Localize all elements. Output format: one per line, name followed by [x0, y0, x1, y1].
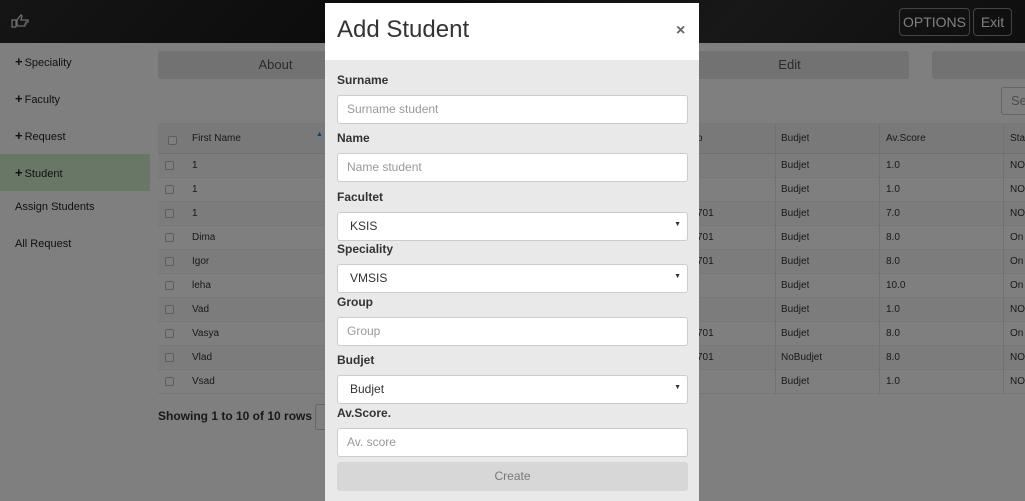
create-button[interactable]: Create [337, 462, 688, 491]
name-label: Name [337, 131, 370, 145]
close-icon[interactable]: × [676, 22, 685, 40]
surname-input[interactable]: Surname student [337, 95, 688, 124]
speciality-value: VMSIS [350, 271, 388, 285]
budjet-select[interactable]: Budjet ▼ [337, 375, 688, 404]
facultet-label: Facultet [337, 190, 384, 204]
chevron-down-icon: ▼ [674, 221, 681, 228]
name-input[interactable]: Name student [337, 153, 688, 182]
group-label: Group [337, 295, 373, 309]
facultet-select[interactable]: KSIS ▼ [337, 212, 688, 241]
budjet-label: Budjet [337, 353, 375, 367]
speciality-select[interactable]: VMSIS ▼ [337, 264, 688, 293]
facultet-value: KSIS [350, 219, 378, 233]
modal-title: Add Student [337, 16, 470, 43]
speciality-label: Speciality [337, 242, 394, 256]
av-score-label: Av.Score. [337, 406, 392, 420]
group-input[interactable]: Group [337, 317, 688, 346]
add-student-modal: Add Student × Surname Surname student Na… [325, 3, 699, 501]
budjet-value: Budjet [350, 382, 385, 396]
chevron-down-icon: ▼ [674, 384, 681, 391]
av-score-input[interactable]: Av. score [337, 428, 688, 457]
modal-header: Add Student × [325, 3, 699, 60]
chevron-down-icon: ▼ [674, 273, 681, 280]
surname-label: Surname [337, 73, 389, 87]
